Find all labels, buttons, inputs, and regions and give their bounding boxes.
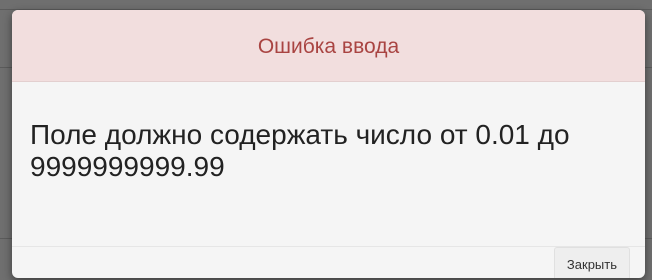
dialog-header: Ошибка ввода: [12, 10, 645, 82]
error-message: Поле должно содержать число от 0.01 до 9…: [30, 119, 570, 182]
dialog-footer: Закрыть: [12, 247, 645, 278]
dialog-title: Ошибка ввода: [257, 35, 400, 58]
error-dialog: Ошибка ввода Поле должно содержать число…: [12, 10, 645, 278]
dialog-body: Поле должно содержать число от 0.01 до 9…: [12, 82, 645, 247]
close-button[interactable]: Закрыть: [553, 247, 630, 278]
page: { "dialog": { "title": "Ошибка ввода", "…: [0, 0, 652, 280]
